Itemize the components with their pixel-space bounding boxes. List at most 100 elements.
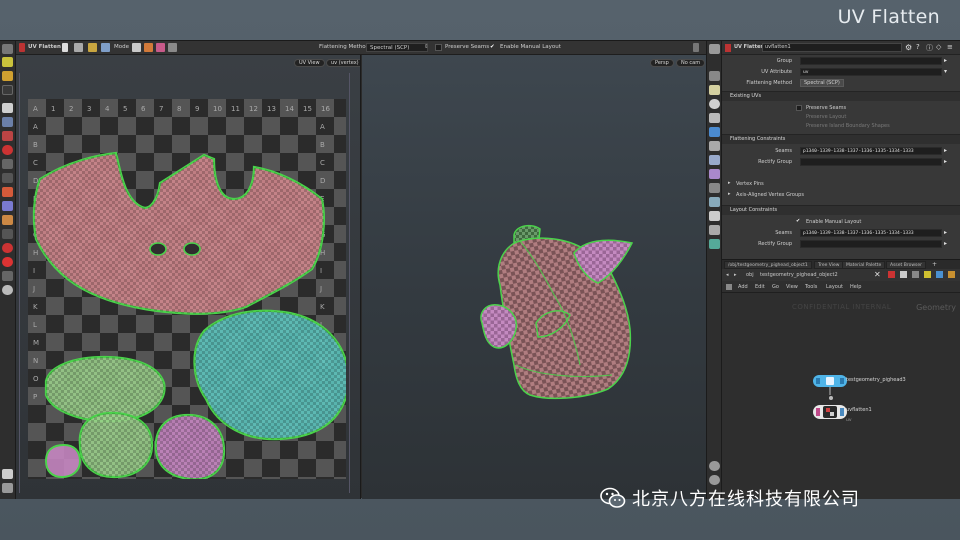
gear-icon[interactable]: ⚙: [905, 43, 912, 52]
display-snap-icon[interactable]: [709, 197, 720, 207]
tool-wire-icon[interactable]: [2, 271, 13, 281]
tool-pointer-icon[interactable]: [2, 103, 13, 113]
display-normals-icon[interactable]: [709, 141, 720, 151]
vertex-pins-label[interactable]: Vertex Pins: [736, 181, 764, 187]
method-dropdown-arrow[interactable]: ⇕: [424, 44, 429, 50]
info-icon[interactable]: ⓘ: [926, 43, 933, 53]
tool-light-icon[interactable]: [2, 257, 13, 267]
method-dropdown[interactable]: Spectral (SCP): [366, 43, 428, 52]
perspective-viewport[interactable]: Persp No cam: [362, 55, 706, 499]
flatten-method-dropdown[interactable]: Spectral (SCP): [800, 79, 844, 87]
axis-aligned-label[interactable]: Axis-Aligned Vertex Groups: [736, 192, 804, 198]
transform-icon[interactable]: [74, 43, 83, 52]
rectify2-arrow-icon[interactable]: ▸: [944, 240, 947, 247]
section-flatten-constraints[interactable]: Flattening Constraints: [722, 134, 960, 144]
group-field[interactable]: [800, 57, 942, 65]
tool-brush-icon[interactable]: [2, 187, 13, 197]
net-icon-2[interactable]: [900, 271, 907, 278]
mode-edge-icon[interactable]: [144, 43, 153, 52]
rectify-arrow-icon[interactable]: ▸: [944, 158, 947, 165]
node-testgeometry[interactable]: [810, 373, 850, 395]
display-light-icon[interactable]: [709, 85, 720, 95]
menu-layout[interactable]: Layout: [826, 284, 843, 290]
seams2-arrow-icon[interactable]: ▸: [944, 229, 947, 236]
uv-attr-button[interactable]: uv (vertex): [326, 59, 360, 67]
rectify2-field[interactable]: [800, 240, 942, 248]
net-menu-icon[interactable]: [726, 284, 732, 290]
preserve-seams-checkbox[interactable]: [435, 44, 442, 51]
display-info-icon[interactable]: [709, 461, 720, 471]
tool-magnet-icon[interactable]: [2, 131, 13, 141]
seams-field[interactable]: p1340-1339-1338-1337-1336-1335-1334-1333: [800, 147, 942, 155]
uv-viewport[interactable]: UV View uv (vertex) A 1 2 3 4 5 6 7 8 9 …: [16, 55, 361, 499]
tool-shade-icon[interactable]: [2, 285, 13, 295]
tool-view-icon[interactable]: [2, 229, 13, 239]
tools-icon[interactable]: ✕: [874, 270, 881, 279]
tab-tree-view[interactable]: Tree View: [814, 261, 844, 269]
manual-layout-check-icon[interactable]: ✔: [490, 44, 495, 50]
manual-layout-param-check-icon[interactable]: ✔: [796, 218, 800, 224]
help-icon[interactable]: ?: [916, 43, 920, 51]
display-grid-icon[interactable]: [709, 183, 720, 193]
tool-display-icon[interactable]: [2, 201, 13, 211]
menu-add[interactable]: Add: [738, 284, 748, 290]
tool-select-icon[interactable]: [2, 57, 13, 67]
uv-attr-arrow-icon[interactable]: ▾: [944, 68, 947, 75]
pig-head-model[interactable]: [480, 205, 650, 405]
mode-point-icon[interactable]: [132, 43, 141, 52]
back-icon[interactable]: ◂: [726, 272, 729, 278]
network-editor[interactable]: CONFIDENTIAL INTERNAL Geometry testgeome…: [722, 293, 960, 499]
seams2-field[interactable]: p1340-1339-1338-1337-1336-1335-1334-1333: [800, 229, 942, 237]
rectify-field[interactable]: [800, 158, 942, 166]
persp-button[interactable]: Persp: [650, 59, 674, 67]
tool-record-icon[interactable]: [2, 145, 13, 155]
display-uv-icon[interactable]: [709, 155, 720, 165]
node-uvflatten[interactable]: [810, 401, 850, 423]
net-icon-6[interactable]: [948, 271, 955, 278]
mode-island-icon[interactable]: [168, 43, 177, 52]
display-cam-icon[interactable]: [709, 211, 720, 221]
group-arrow-icon[interactable]: ▸: [944, 57, 947, 64]
net-icon-1[interactable]: [888, 271, 895, 278]
display-options-icon[interactable]: [709, 71, 720, 81]
menu-tools[interactable]: Tools: [805, 284, 817, 290]
path-node[interactable]: testgeometry_pighead_object2: [760, 272, 838, 278]
uv-view-button[interactable]: UV View: [294, 59, 325, 67]
uv-island-icon[interactable]: [101, 43, 110, 52]
tool-settings-icon[interactable]: [2, 483, 13, 493]
param-node-name-field[interactable]: uvflatten1: [762, 43, 902, 52]
tool-snap-icon[interactable]: [2, 159, 13, 169]
pin-param-icon[interactable]: ◇: [936, 43, 941, 51]
display-shade-icon[interactable]: [709, 99, 720, 109]
display-ghost-icon[interactable]: [709, 169, 720, 179]
vertex-pins-expand-icon[interactable]: ▸: [728, 180, 731, 186]
forward-icon[interactable]: ▸: [734, 272, 737, 278]
section-existing-uvs[interactable]: Existing UVs: [722, 91, 960, 101]
tab-asset-browser[interactable]: Asset Browser: [886, 261, 926, 269]
tool-rotate-icon[interactable]: [2, 85, 13, 95]
net-icon-5[interactable]: [936, 271, 943, 278]
menu-view[interactable]: View: [786, 284, 798, 290]
uv-attr-field[interactable]: uv: [800, 68, 942, 76]
menu-edit[interactable]: Edit: [755, 284, 765, 290]
display-wire-icon[interactable]: [709, 113, 720, 123]
net-icon-4[interactable]: [924, 271, 931, 278]
path-obj[interactable]: obj: [746, 272, 754, 278]
select-arrow-icon[interactable]: [62, 43, 68, 52]
camera-button[interactable]: No cam: [676, 59, 706, 67]
seams-arrow-icon[interactable]: ▸: [944, 147, 947, 154]
tool-handle-icon[interactable]: [2, 44, 13, 54]
add-tab-icon[interactable]: +: [932, 261, 937, 268]
tool-grid-icon[interactable]: [2, 173, 13, 183]
display-points-icon[interactable]: [709, 127, 720, 137]
display-help-icon[interactable]: [709, 475, 720, 485]
uv-checker-grid[interactable]: A12345678910111213141516AABBCCDDEEFFGGHH…: [28, 99, 346, 479]
tool-paint-icon[interactable]: [2, 215, 13, 225]
preserve-seams-param-checkbox[interactable]: [796, 105, 802, 111]
mode-face-icon[interactable]: [156, 43, 165, 52]
tool-bottom-icon[interactable]: [2, 469, 13, 479]
display-vis-icon[interactable]: [709, 239, 720, 249]
toolbar-scroll-icon[interactable]: [693, 43, 699, 52]
menu-help[interactable]: Help: [850, 284, 861, 290]
menu-icon[interactable]: ≡: [947, 43, 953, 51]
